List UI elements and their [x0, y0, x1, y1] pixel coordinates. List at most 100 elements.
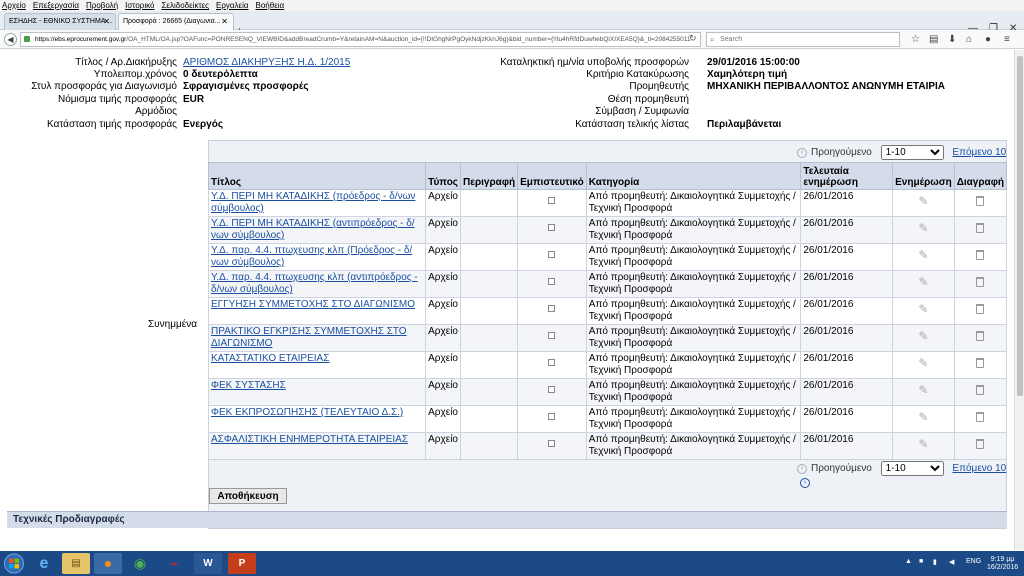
menu-item[interactable]: Σελιδοδείκτες: [161, 0, 209, 11]
search-input[interactable]: ⌕ Search: [706, 32, 900, 47]
col-update: Ενημέρωση: [892, 162, 955, 190]
pencil-icon[interactable]: ✎: [918, 438, 928, 450]
scrollbar-thumb[interactable]: [1017, 56, 1023, 396]
tab-eshdhs[interactable]: ΕΣΗΔΗΣ - ΕΘΝΙΚΟ ΣΥΣΤΗΜΑ ... ✕: [4, 13, 116, 30]
attachment-link[interactable]: ΦΕΚ ΣΥΣΤΑΣΗΣ: [211, 380, 286, 391]
url-bar[interactable]: https://ebs.eprocurement.gov.gr/OA_HTML/…: [20, 32, 701, 47]
cell-updated: 26/01/2016: [800, 297, 894, 325]
menu-item[interactable]: Βοήθεια: [256, 0, 285, 11]
page-content: Τίτλος / Αρ.Διακήρυξης ΑΡΙΘΜΟΣ ΔΙΑΚΗΡΥΞΗ…: [0, 50, 1014, 550]
windows-start-icon[interactable]: [3, 553, 25, 574]
confidential-checkbox[interactable]: [548, 386, 556, 393]
home-icon[interactable]: ⌂: [966, 34, 972, 45]
attachment-link[interactable]: Υ.Δ. ΠΕΡΙ ΜΗ ΚΑΤΑΔΙΚΗΣ (πρόεδρος - δ/νων…: [211, 191, 415, 214]
scrollbar[interactable]: [1014, 50, 1024, 550]
cell-type: Αρχείο: [425, 189, 461, 217]
attachment-link[interactable]: Υ.Δ. ΠΕΡΙ ΜΗ ΚΑΤΑΔΙΚΗΣ (αντιπρόεδρος - δ…: [211, 218, 415, 241]
table-row: ΦΕΚ ΣΥΣΤΑΣΗΣ Αρχείο Από προμηθευτή: Δικαιο…: [207, 378, 1008, 406]
confidential-checkbox[interactable]: [548, 305, 556, 312]
attachment-link[interactable]: ΑΣΦΑΛΙΣΤΙΚΗ ΕΝΗΜΕΡΟΤΗΤΑ ΕΤΑΙΡΕΙΑΣ: [211, 434, 408, 445]
word-icon[interactable]: W: [194, 553, 222, 574]
back-icon[interactable]: ◀: [4, 33, 17, 46]
pencil-icon[interactable]: ✎: [918, 249, 928, 261]
pencil-icon[interactable]: ✎: [918, 411, 928, 423]
cell-category: Από προμηθευτή: Δικαιολογητικά Συμμετοχή…: [585, 324, 802, 352]
pencil-icon[interactable]: ✎: [918, 330, 928, 342]
trash-icon[interactable]: [976, 412, 985, 422]
reading-list-icon[interactable]: ▤: [929, 34, 938, 45]
confidential-checkbox[interactable]: [548, 440, 556, 447]
tray-volume-icon[interactable]: ◀: [949, 558, 954, 566]
pencil-icon[interactable]: ✎: [918, 384, 928, 396]
tray-network-icon[interactable]: ▮: [933, 558, 937, 566]
tab-strip: ΕΣΗΔΗΣ - ΕΘΝΙΚΟ ΣΥΣΤΗΜΑ ... ✕ Προσφορά :…: [0, 11, 1024, 38]
trash-icon[interactable]: [976, 277, 985, 287]
confidential-checkbox[interactable]: [548, 251, 556, 258]
next-link[interactable]: Επόμενο 10: [952, 463, 1006, 474]
attachment-link[interactable]: ΦΕΚ ΕΚΠΡΟΣΩΠΗΣΗΣ (ΤΕΛΕΥΤΑΙΟ Δ.Σ.): [211, 407, 403, 418]
trash-icon[interactable]: [976, 439, 985, 449]
close-icon[interactable]: ✕: [221, 14, 228, 29]
confidential-checkbox[interactable]: [548, 278, 556, 285]
attachment-link[interactable]: Υ.Δ. παρ. 4.4. πτωχευσης κλπ (αντιπρόεδρ…: [211, 272, 418, 295]
col-type: Τύπος: [425, 162, 461, 190]
attachment-link[interactable]: ΕΓΓΥΗΣΗ ΣΥΜΜΕΤΟΧΗΣ ΣΤΟ ΔΙΑΓΩΝΙΣΜΟ: [211, 299, 415, 310]
pencil-icon[interactable]: ✎: [918, 195, 928, 207]
field-value-title[interactable]: ΑΡΙΘΜΟΣ ΔΙΑΚΗΡΥΞΗΣ Η.Δ. 1/2015: [183, 57, 350, 69]
trash-icon[interactable]: [976, 196, 985, 206]
clock[interactable]: 9:19 μμ 16/2/2016: [987, 556, 1018, 572]
range-select[interactable]: 1-10: [880, 145, 944, 160]
cell-delete: [953, 270, 1008, 298]
trash-icon[interactable]: [976, 250, 985, 260]
confidential-checkbox[interactable]: [548, 332, 556, 339]
col-category: Κατηγορία: [585, 162, 802, 190]
pencil-icon[interactable]: ✎: [918, 222, 928, 234]
next-link[interactable]: Επόμενο 10: [952, 147, 1006, 158]
attachment-link[interactable]: ΠΡΑΚΤΙΚΟ ΕΓΚΡΙΣΗΣ ΣΥΜΜΕΤΟΧΗΣ ΣΤΟ ΔΙΑΓΩΝΙ…: [211, 326, 407, 349]
menu-item[interactable]: Αρχείο: [2, 0, 26, 11]
trash-icon[interactable]: [976, 358, 985, 368]
tray-app-icon[interactable]: ■: [919, 558, 923, 565]
tab-label: ΕΣΗΔΗΣ - ΕΘΝΙΚΟ ΣΥΣΤΗΜΑ ...: [9, 18, 113, 25]
menu-item[interactable]: Προβολή: [86, 0, 118, 11]
attachment-link[interactable]: Υ.Δ. παρ. 4.4. πτωχευσης κλπ (Πρόεδρος -…: [211, 245, 412, 268]
trash-icon[interactable]: [976, 223, 985, 233]
menu-item[interactable]: Ιστορικό: [125, 0, 154, 11]
reload-icon[interactable]: ↻: [689, 33, 697, 44]
pencil-icon[interactable]: ✎: [918, 303, 928, 315]
confidential-checkbox[interactable]: [548, 413, 556, 420]
menu-item[interactable]: Εργαλεία: [216, 0, 248, 11]
internet-explorer-icon[interactable]: e: [30, 553, 58, 574]
file-explorer-icon[interactable]: ▤: [62, 553, 90, 574]
acrobat-icon[interactable]: ⌁: [160, 553, 188, 574]
confidential-checkbox[interactable]: [548, 197, 556, 204]
cell-update: ✎: [892, 270, 955, 298]
next-icon[interactable]: ›: [800, 477, 810, 488]
bookmark-star-icon[interactable]: ☆: [911, 34, 920, 45]
chat-icon[interactable]: ●: [985, 34, 991, 45]
cell-update: ✎: [892, 378, 955, 406]
field-value-final-list: Περιλαμβάνεται: [707, 119, 782, 130]
language-indicator[interactable]: ENG: [966, 558, 981, 565]
tab-offer[interactable]: Προσφορά : 26665 (Διαγωνια... ✕: [118, 13, 234, 30]
cell-delete: [953, 351, 1008, 379]
download-icon[interactable]: ⬇: [948, 34, 956, 45]
confidential-checkbox[interactable]: [548, 359, 556, 366]
cell-update: ✎: [892, 432, 955, 460]
powerpoint-icon[interactable]: P: [228, 553, 256, 574]
tray-up-icon[interactable]: ▲: [905, 558, 912, 565]
firefox-icon[interactable]: ●: [94, 553, 122, 574]
chrome-icon[interactable]: ◉: [126, 553, 154, 574]
trash-icon[interactable]: [976, 331, 985, 341]
range-select[interactable]: 1-10: [880, 461, 944, 476]
trash-icon[interactable]: [976, 385, 985, 395]
menu-item[interactable]: Επεξεργασία: [33, 0, 79, 11]
hamburger-menu-icon[interactable]: ≡: [1004, 34, 1010, 45]
trash-icon[interactable]: [976, 304, 985, 314]
confidential-checkbox[interactable]: [548, 224, 556, 231]
close-icon[interactable]: ✕: [103, 14, 110, 29]
save-button[interactable]: Αποθήκευση: [209, 488, 287, 504]
pencil-icon[interactable]: ✎: [918, 357, 928, 369]
attachment-link[interactable]: ΚΑΤΑΣΤΑΤΙΚΟ ΕΤΑΙΡΕΙΑΣ: [211, 353, 329, 364]
pencil-icon[interactable]: ✎: [918, 276, 928, 288]
